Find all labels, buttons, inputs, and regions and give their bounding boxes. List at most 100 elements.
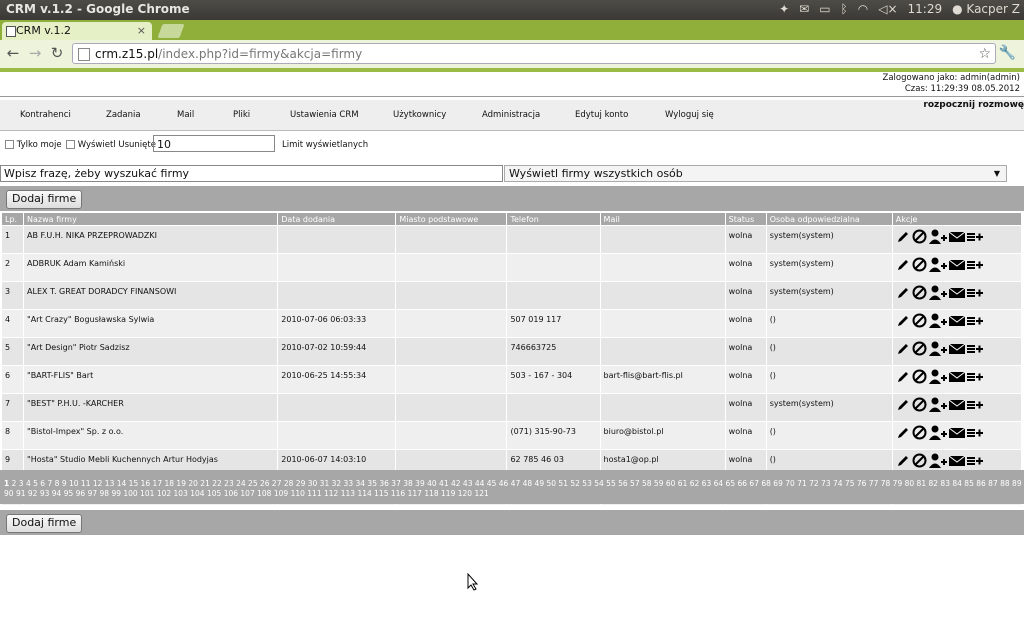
page-link[interactable]: 66 — [737, 479, 747, 488]
page-link[interactable]: 93 — [40, 489, 50, 498]
page-link[interactable]: 53 — [582, 479, 592, 488]
page-link[interactable]: 11 — [81, 479, 91, 488]
page-link[interactable]: 117 — [408, 489, 422, 498]
page-link[interactable]: 22 — [212, 479, 222, 488]
new-tab-button[interactable] — [157, 24, 185, 38]
page-link[interactable]: 80 — [905, 479, 915, 488]
assign-user-icon[interactable] — [928, 341, 947, 356]
page-link[interactable]: 83 — [940, 479, 950, 488]
page-link[interactable]: 63 — [702, 479, 712, 488]
forward-arrow-icon[interactable]: → — [26, 44, 44, 62]
page-link[interactable]: 114 — [357, 489, 371, 498]
page-link[interactable]: 70 — [785, 479, 795, 488]
page-link[interactable]: 120 — [458, 489, 472, 498]
assign-user-icon[interactable] — [928, 397, 947, 412]
mail-task-icon[interactable] — [948, 231, 983, 243]
show-deleted-filter[interactable]: Wyświetl Usunięte — [66, 140, 156, 150]
assign-user-icon[interactable] — [928, 313, 947, 328]
menu-wyloguj[interactable]: Wyloguj się — [665, 110, 714, 120]
page-link[interactable]: 15 — [129, 479, 139, 488]
mail-icon[interactable]: ✉ — [799, 2, 809, 16]
page-link[interactable]: 56 — [618, 479, 628, 488]
mail-task-icon[interactable] — [948, 455, 983, 467]
page-link[interactable]: 103 — [174, 489, 188, 498]
page-link[interactable]: 14 — [117, 479, 127, 488]
mail-task-icon[interactable] — [948, 259, 983, 271]
browser-tab[interactable]: CRM v.1.2 × — [2, 22, 152, 40]
menu-ustawienia-crm[interactable]: Ustawienia CRM — [290, 110, 359, 120]
page-link[interactable]: 78 — [881, 479, 891, 488]
assign-user-icon[interactable] — [928, 257, 947, 272]
page-link[interactable]: 26 — [260, 479, 270, 488]
page-link[interactable]: 65 — [726, 479, 736, 488]
menu-mail[interactable]: Mail — [177, 110, 194, 120]
page-link[interactable]: 77 — [869, 479, 879, 488]
page-link[interactable]: 39 — [415, 479, 425, 488]
page-link[interactable]: 74 — [833, 479, 843, 488]
page-link[interactable]: 116 — [391, 489, 405, 498]
page-link[interactable]: 47 — [511, 479, 521, 488]
wrench-icon[interactable]: 🔧 — [999, 45, 1016, 61]
mail-task-icon[interactable] — [948, 399, 983, 411]
close-tab-icon[interactable]: × — [137, 22, 146, 40]
page-link[interactable]: 37 — [391, 479, 401, 488]
page-link[interactable]: 27 — [272, 479, 282, 488]
block-icon[interactable] — [912, 453, 927, 468]
battery-icon[interactable]: ▭ — [819, 2, 830, 16]
page-link[interactable]: 5 — [33, 479, 38, 488]
page-link[interactable]: 43 — [463, 479, 473, 488]
page-link[interactable]: 51 — [558, 479, 568, 488]
page-link[interactable]: 68 — [761, 479, 771, 488]
page-link[interactable]: 86 — [976, 479, 986, 488]
page-link[interactable]: 34 — [355, 479, 365, 488]
page-link[interactable]: 118 — [424, 489, 438, 498]
mail-task-icon[interactable] — [948, 343, 983, 355]
dropbox-icon[interactable]: ✦ — [779, 2, 789, 16]
page-link[interactable]: 100 — [123, 489, 137, 498]
page-link[interactable]: 58 — [642, 479, 652, 488]
page-link[interactable]: 107 — [240, 489, 254, 498]
add-company-button[interactable]: Dodaj firme — [6, 190, 83, 209]
menu-edytuj-konto[interactable]: Edytuj konto — [575, 110, 628, 120]
volume-icon[interactable]: ◁× — [878, 2, 897, 16]
user-menu[interactable]: ● Kacper Z — [952, 2, 1020, 16]
page-link[interactable]: 121 — [474, 489, 488, 498]
block-icon[interactable] — [912, 257, 927, 272]
page-link[interactable]: 81 — [917, 479, 927, 488]
page-link[interactable]: 92 — [28, 489, 38, 498]
page-link[interactable]: 48 — [523, 479, 533, 488]
start-chat-link[interactable]: rozpocznij rozmowę — [923, 100, 1024, 110]
menu-kontrahenci[interactable]: Kontrahenci — [20, 110, 71, 120]
page-link[interactable]: 111 — [307, 489, 321, 498]
page-link[interactable]: 49 — [535, 479, 545, 488]
page-link[interactable]: 96 — [76, 489, 86, 498]
bluetooth-icon[interactable]: ᛒ — [841, 2, 848, 16]
page-link[interactable]: 119 — [441, 489, 455, 498]
page-link[interactable]: 38 — [403, 479, 413, 488]
page-link[interactable]: 95 — [64, 489, 74, 498]
edit-pencil-icon[interactable] — [896, 230, 910, 244]
assign-user-icon[interactable] — [928, 453, 947, 468]
page-link[interactable]: 89 — [1012, 479, 1022, 488]
clock[interactable]: 11:29 — [908, 2, 943, 16]
page-link[interactable]: 7 — [47, 479, 52, 488]
page-link[interactable]: 10 — [69, 479, 79, 488]
page-link[interactable]: 36 — [379, 479, 389, 488]
page-link[interactable]: 108 — [257, 489, 271, 498]
mail-task-icon[interactable] — [948, 315, 983, 327]
page-link[interactable]: 3 — [19, 479, 24, 488]
page-link[interactable]: 35 — [367, 479, 377, 488]
page-link[interactable]: 29 — [296, 479, 306, 488]
add-company-button[interactable]: Dodaj firme — [6, 514, 83, 533]
page-link[interactable]: 32 — [332, 479, 342, 488]
page-link[interactable]: 113 — [341, 489, 355, 498]
menu-administracja[interactable]: Administracja — [482, 110, 540, 120]
page-link[interactable]: 106 — [224, 489, 238, 498]
block-icon[interactable] — [912, 285, 927, 300]
page-link[interactable]: 54 — [594, 479, 604, 488]
page-link[interactable]: 87 — [988, 479, 998, 488]
page-link[interactable]: 4 — [26, 479, 31, 488]
block-icon[interactable] — [912, 341, 927, 356]
page-link[interactable]: 33 — [344, 479, 354, 488]
edit-pencil-icon[interactable] — [896, 454, 910, 468]
